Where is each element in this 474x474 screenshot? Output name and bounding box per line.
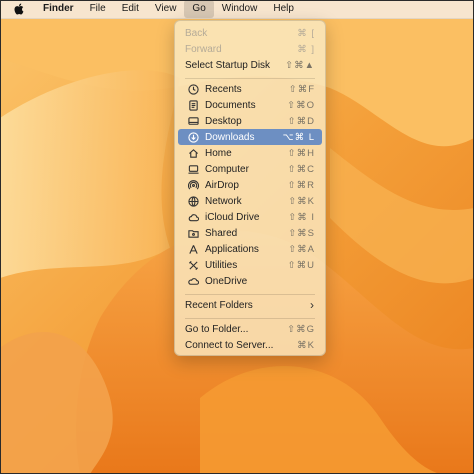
- menu-item-recent-folders[interactable]: Recent Folders ›: [178, 297, 322, 313]
- submenu-arrow-icon: ›: [310, 298, 315, 312]
- menu-item-go-to-folder[interactable]: Go to Folder... ⇧⌘G: [178, 321, 322, 337]
- menu-item-desktop[interactable]: Desktop ⇧⌘D: [178, 113, 322, 129]
- menu-item-onedrive[interactable]: OneDrive: [178, 273, 322, 289]
- menu-item-back[interactable]: Back ⌘ [: [178, 25, 322, 41]
- menu-separator: [185, 294, 315, 295]
- menu-item-applications[interactable]: Applications ⇧⌘A: [178, 241, 322, 257]
- menubar-file[interactable]: File: [82, 0, 114, 18]
- go-menu: Back ⌘ [ Forward ⌘ ] Select Startup Disk…: [174, 20, 326, 356]
- menu-separator: [185, 78, 315, 79]
- applications-icon: [186, 242, 200, 256]
- menu-item-select-startup-disk[interactable]: Select Startup Disk ⇧⌘▲: [178, 57, 322, 73]
- menubar-finder[interactable]: Finder: [35, 0, 82, 18]
- menu-item-network[interactable]: Network ⇧⌘K: [178, 193, 322, 209]
- cloud-icon: [186, 210, 200, 224]
- menubar-edit[interactable]: Edit: [114, 0, 147, 18]
- download-icon: [186, 130, 200, 144]
- menu-item-forward[interactable]: Forward ⌘ ]: [178, 41, 322, 57]
- onedrive-cloud-icon: [186, 274, 200, 288]
- document-icon: [186, 98, 200, 112]
- menu-item-utilities[interactable]: Utilities ⇧⌘U: [178, 257, 322, 273]
- apple-menu-icon[interactable]: [0, 0, 35, 18]
- menu-item-shared[interactable]: Shared ⇧⌘S: [178, 225, 322, 241]
- menu-item-home[interactable]: Home ⇧⌘H: [178, 145, 322, 161]
- menu-item-connect-to-server[interactable]: Connect to Server... ⌘K: [178, 337, 322, 353]
- menu-bar: Finder File Edit View Go Window Help: [0, 0, 474, 19]
- computer-icon: [186, 162, 200, 176]
- menu-item-icloud-drive[interactable]: iCloud Drive ⇧⌘ I: [178, 209, 322, 225]
- menu-item-airdrop[interactable]: AirDrop ⇧⌘R: [178, 177, 322, 193]
- menubar-window[interactable]: Window: [214, 0, 266, 18]
- menu-separator: [185, 318, 315, 319]
- menubar-go[interactable]: Go: [184, 0, 214, 18]
- network-icon: [186, 194, 200, 208]
- menu-item-downloads[interactable]: Downloads ⌥⌘ L: [178, 129, 322, 145]
- desktop-icon: [186, 114, 200, 128]
- menu-item-recents[interactable]: Recents ⇧⌘F: [178, 81, 322, 97]
- menubar-view[interactable]: View: [147, 0, 185, 18]
- utilities-icon: [186, 258, 200, 272]
- menu-item-computer[interactable]: Computer ⇧⌘C: [178, 161, 322, 177]
- airdrop-icon: [186, 178, 200, 192]
- menubar-help[interactable]: Help: [265, 0, 302, 18]
- menu-item-documents[interactable]: Documents ⇧⌘O: [178, 97, 322, 113]
- shared-folder-icon: [186, 226, 200, 240]
- home-icon: [186, 146, 200, 160]
- clock-icon: [186, 82, 200, 96]
